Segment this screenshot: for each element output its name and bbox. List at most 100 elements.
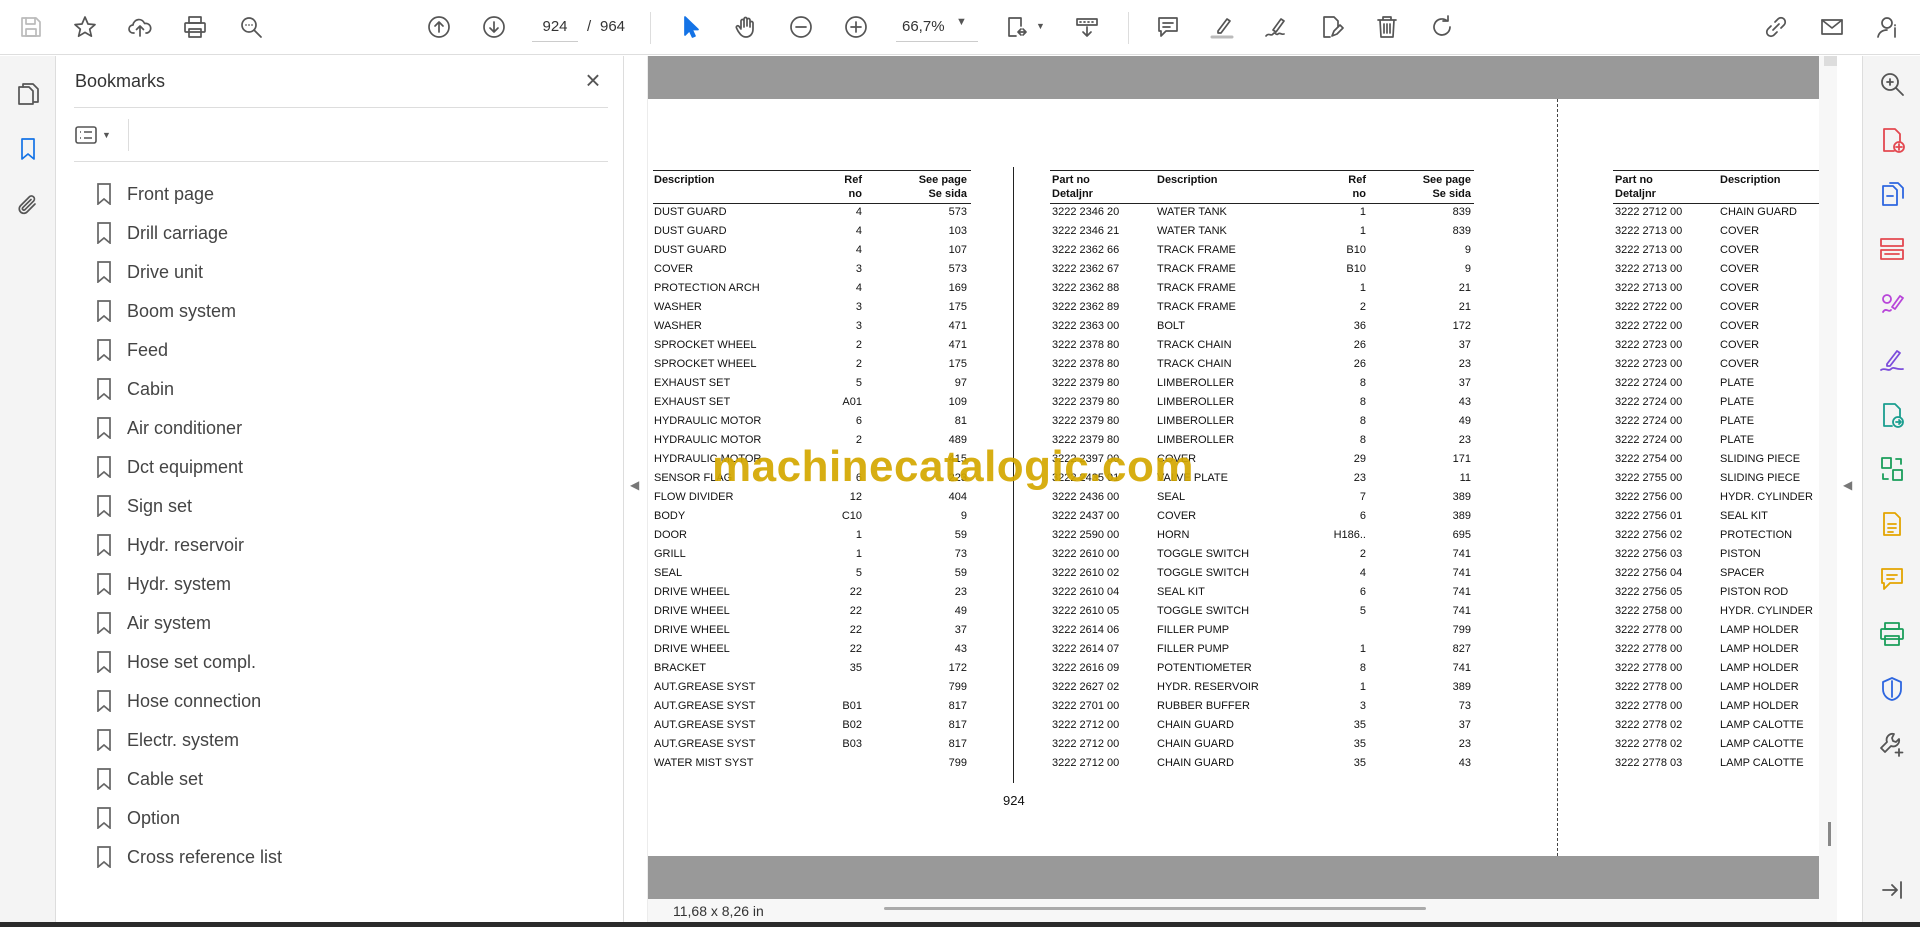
description-cell: TRACK FRAME: [1157, 282, 1236, 294]
hand-icon[interactable]: [729, 10, 763, 44]
combine-files-icon[interactable]: [1874, 397, 1910, 433]
export-pdf-icon[interactable]: [1874, 176, 1910, 212]
pages-icon[interactable]: [10, 76, 46, 112]
description-cell: SPACER: [1720, 567, 1765, 579]
bookmark-icon: [96, 767, 118, 792]
fill-sign-icon[interactable]: [1874, 286, 1910, 322]
description-cell: PROTECTION ARCH: [654, 282, 760, 294]
part-no-cell: 3222 2614 07: [1052, 643, 1120, 655]
star-icon[interactable]: [68, 10, 102, 44]
bookmark-item[interactable]: Electr. system: [96, 721, 282, 760]
part-no-cell: 3222 2778 02: [1615, 738, 1683, 750]
compress-icon[interactable]: [1874, 451, 1910, 487]
table-rule: [1050, 203, 1474, 204]
comment-icon[interactable]: [1874, 561, 1910, 597]
page-number-input[interactable]: [532, 12, 578, 42]
bookmark-item[interactable]: Sign set: [96, 487, 282, 526]
ref-cell: 3: [855, 263, 862, 275]
bookmark-options-button[interactable]: ▼: [74, 120, 122, 150]
find-icon[interactable]: [234, 10, 268, 44]
bookmark-icon: [96, 572, 118, 597]
bookmark-item[interactable]: Hose set compl.: [96, 643, 282, 682]
account-icon[interactable]: [1872, 10, 1906, 44]
bookmark-item[interactable]: Front page: [96, 175, 282, 214]
ref-cell: 1: [1359, 206, 1366, 218]
highlight-icon[interactable]: [1205, 10, 1239, 44]
description-cell: PLATE: [1720, 377, 1755, 389]
bookmark-item[interactable]: Feed: [96, 331, 282, 370]
edit-pdf-icon[interactable]: [1314, 10, 1348, 44]
attachment-icon[interactable]: [10, 187, 46, 223]
bookmark-item[interactable]: Drill carriage: [96, 214, 282, 253]
edit-pdf-icon[interactable]: [1874, 506, 1910, 542]
zoom-search-icon[interactable]: [1874, 66, 1910, 102]
comment-icon[interactable]: [1151, 10, 1185, 44]
zoom-out-icon[interactable]: [784, 10, 818, 44]
bookmark-item[interactable]: Hydr. reservoir: [96, 526, 282, 565]
column-header: Description: [654, 174, 715, 186]
description-cell: PLATE: [1720, 396, 1755, 408]
ref-cell: 26: [1353, 358, 1366, 370]
page-down-icon[interactable]: [477, 10, 511, 44]
horizontal-scrollbar[interactable]: [884, 907, 1426, 910]
scroll-thumb[interactable]: [1828, 822, 1831, 846]
chevron-down-icon[interactable]: ▼: [1036, 21, 1045, 31]
description-cell: HYDR. CYLINDER: [1720, 491, 1813, 503]
bookmark-item[interactable]: Air conditioner: [96, 409, 282, 448]
vertical-scrollbar[interactable]: [1819, 56, 1837, 922]
description-cell: COVER: [1720, 320, 1760, 332]
bookmark-item[interactable]: Dct equipment: [96, 448, 282, 487]
zoom-in-icon[interactable]: [839, 10, 873, 44]
collapse-right-icon[interactable]: ◀: [1843, 478, 1852, 492]
ref-cell: 8: [1359, 434, 1366, 446]
select-cursor-icon[interactable]: [674, 10, 708, 44]
delete-icon[interactable]: [1370, 10, 1404, 44]
toolbar-divider: [650, 12, 651, 44]
see-page-cell: 23: [1458, 358, 1471, 370]
scroll-up-button[interactable]: [1824, 56, 1838, 66]
sign-icon[interactable]: [1259, 10, 1293, 44]
chevron-down-icon[interactable]: ▼: [956, 16, 967, 28]
create-pdf-icon[interactable]: [1874, 122, 1910, 158]
page-up-icon[interactable]: [422, 10, 456, 44]
part-no-cell: 3222 2362 88: [1052, 282, 1120, 294]
document-page[interactable]: Description Ref no See page Se sida DUST GUAR…: [648, 99, 1819, 856]
print-production-icon[interactable]: [1874, 616, 1910, 652]
bookmark-item[interactable]: Hose connection: [96, 682, 282, 721]
protect-icon[interactable]: [1874, 671, 1910, 707]
bookmark-icon: [96, 533, 118, 558]
bookmark-item[interactable]: Cabin: [96, 370, 282, 409]
close-icon[interactable]: ×: [578, 66, 608, 96]
upload-icon[interactable]: [123, 10, 157, 44]
bookmark-item[interactable]: Cable set: [96, 760, 282, 799]
description-cell: LAMP CALOTTE: [1720, 738, 1804, 750]
chevron-down-icon[interactable]: ▼: [102, 130, 111, 140]
description-cell: HYDRAULIC MOTOR: [654, 415, 762, 427]
bookmark-label: Air conditioner: [127, 418, 243, 438]
bookmark-item[interactable]: Drive unit: [96, 253, 282, 292]
share-link-icon[interactable]: [1759, 10, 1793, 44]
save-icon[interactable]: [14, 10, 48, 44]
fit-page-icon[interactable]: [1000, 10, 1034, 44]
description-cell: SPROCKET WHEEL: [654, 358, 757, 370]
collapse-left-icon[interactable]: ◀: [630, 478, 639, 492]
ref-cell: 1: [1359, 282, 1366, 294]
collapse-panel-icon[interactable]: [1874, 872, 1910, 908]
description-cell: HYDR. RESERVOIR: [1157, 681, 1259, 693]
bookmark-icon: [96, 650, 118, 675]
print-icon[interactable]: [178, 10, 212, 44]
bookmark-item[interactable]: Air system: [96, 604, 282, 643]
see-page-cell: 741: [1452, 567, 1471, 579]
bookmark-item[interactable]: Cross reference list: [96, 838, 282, 877]
organize-pages-icon[interactable]: [1874, 231, 1910, 267]
more-tools-icon[interactable]: [1874, 726, 1910, 762]
bookmark-item[interactable]: Hydr. system: [96, 565, 282, 604]
rotate-icon[interactable]: [1425, 10, 1459, 44]
request-signature-icon[interactable]: [1874, 342, 1910, 378]
scroll-mode-icon[interactable]: [1070, 10, 1104, 44]
bookmark-icon: [96, 338, 118, 363]
bookmark-item[interactable]: Option: [96, 799, 282, 838]
mail-icon[interactable]: [1815, 10, 1849, 44]
bookmark-item[interactable]: Boom system: [96, 292, 282, 331]
bookmark-icon[interactable]: [10, 131, 46, 167]
